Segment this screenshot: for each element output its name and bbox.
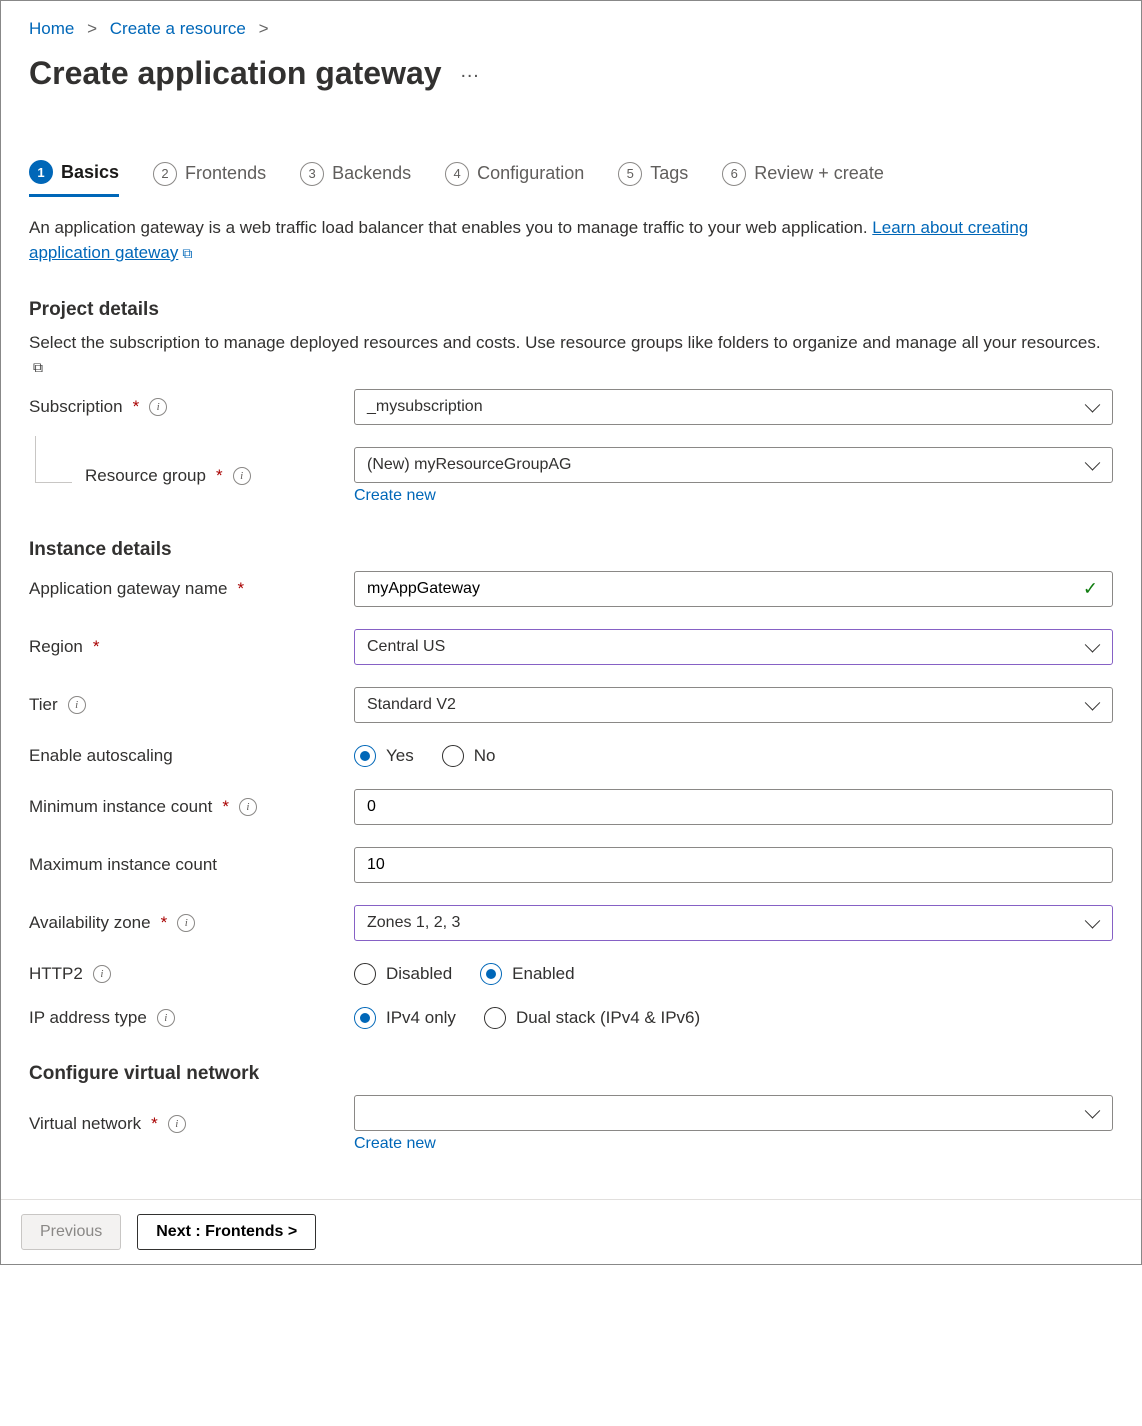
info-icon[interactable]: i — [168, 1115, 186, 1133]
wizard-tabs: 1 Basics 2 Frontends 3 Backends 4 Config… — [29, 154, 1113, 198]
section-project-details-heading: Project details — [29, 299, 1113, 321]
wizard-footer: Previous Next : Frontends > — [1, 1199, 1141, 1264]
autoscaling-no-radio[interactable]: No — [442, 745, 496, 767]
external-link-icon: ⧉ — [33, 358, 43, 378]
chevron-right-icon: > — [79, 19, 105, 38]
tab-backends[interactable]: 3 Backends — [300, 156, 411, 196]
more-actions-icon[interactable]: … — [460, 60, 482, 83]
tier-select[interactable]: Standard V2 — [354, 687, 1113, 723]
tab-label: Backends — [332, 163, 411, 184]
tab-frontends[interactable]: 2 Frontends — [153, 156, 266, 196]
label-min-instances: Minimum instance count* i — [29, 797, 354, 817]
section-project-details-description: Select the subscription to manage deploy… — [29, 331, 1113, 379]
tab-step-number: 4 — [445, 162, 469, 186]
label-virtual-network: Virtual network* i — [29, 1114, 354, 1134]
http2-enabled-radio[interactable]: Enabled — [480, 963, 574, 985]
ip-type-dual-radio[interactable]: Dual stack (IPv4 & IPv6) — [484, 1007, 700, 1029]
section-vnet-heading: Configure virtual network — [29, 1063, 1113, 1085]
tab-label: Configuration — [477, 163, 584, 184]
availability-zone-select[interactable]: Zones 1, 2, 3 — [354, 905, 1113, 941]
label-ip-address-type: IP address type i — [29, 1008, 354, 1028]
tab-step-number: 2 — [153, 162, 177, 186]
subscription-select[interactable]: _mysubscription — [354, 389, 1113, 425]
external-link-icon: ⧉ — [182, 243, 192, 263]
radio-icon — [442, 745, 464, 767]
info-icon[interactable]: i — [149, 398, 167, 416]
page-title: Create application gateway — [29, 55, 442, 92]
http2-disabled-radio[interactable]: Disabled — [354, 963, 452, 985]
info-icon[interactable]: i — [233, 467, 251, 485]
label-app-gateway-name: Application gateway name* — [29, 579, 354, 599]
label-availability-zone: Availability zone* i — [29, 913, 354, 933]
tab-label: Tags — [650, 163, 688, 184]
app-gateway-name-input[interactable] — [354, 571, 1113, 607]
tab-label: Frontends — [185, 163, 266, 184]
max-instances-input[interactable] — [354, 847, 1113, 883]
tab-step-number: 5 — [618, 162, 642, 186]
tab-label: Basics — [61, 162, 119, 183]
label-resource-group: Resource group* i — [29, 466, 354, 486]
intro-text: An application gateway is a web traffic … — [29, 216, 1113, 265]
section-instance-details-heading: Instance details — [29, 539, 1113, 561]
label-max-instances: Maximum instance count — [29, 855, 354, 875]
radio-icon — [484, 1007, 506, 1029]
info-icon[interactable]: i — [93, 965, 111, 983]
ip-type-ipv4-radio[interactable]: IPv4 only — [354, 1007, 456, 1029]
breadcrumb: Home > Create a resource > — [29, 17, 1113, 47]
tab-step-number: 1 — [29, 160, 53, 184]
info-icon[interactable]: i — [157, 1009, 175, 1027]
tab-step-number: 6 — [722, 162, 746, 186]
autoscaling-yes-radio[interactable]: Yes — [354, 745, 414, 767]
chevron-right-icon: > — [251, 19, 277, 38]
tab-tags[interactable]: 5 Tags — [618, 156, 688, 196]
previous-button: Previous — [21, 1214, 121, 1250]
label-subscription: Subscription* i — [29, 397, 354, 417]
tab-configuration[interactable]: 4 Configuration — [445, 156, 584, 196]
breadcrumb-create-resource[interactable]: Create a resource — [110, 19, 246, 38]
label-region: Region* — [29, 637, 354, 657]
radio-icon — [354, 745, 376, 767]
tab-step-number: 3 — [300, 162, 324, 186]
info-icon[interactable]: i — [177, 914, 195, 932]
create-new-vnet-link[interactable]: Create new — [354, 1135, 436, 1153]
info-icon[interactable]: i — [68, 696, 86, 714]
label-tier: Tier i — [29, 695, 354, 715]
min-instances-input[interactable] — [354, 789, 1113, 825]
info-icon[interactable]: i — [239, 798, 257, 816]
create-new-resource-group-link[interactable]: Create new — [354, 487, 436, 505]
radio-icon — [354, 1007, 376, 1029]
virtual-network-select[interactable] — [354, 1095, 1113, 1131]
radio-icon — [354, 963, 376, 985]
tab-basics[interactable]: 1 Basics — [29, 154, 119, 197]
tab-review-create[interactable]: 6 Review + create — [722, 156, 884, 196]
label-http2: HTTP2 i — [29, 964, 354, 984]
region-select[interactable]: Central US — [354, 629, 1113, 665]
breadcrumb-home[interactable]: Home — [29, 19, 74, 38]
resource-group-select[interactable]: (New) myResourceGroupAG — [354, 447, 1113, 483]
tab-label: Review + create — [754, 163, 884, 184]
next-button[interactable]: Next : Frontends > — [137, 1214, 316, 1250]
label-enable-autoscaling: Enable autoscaling — [29, 746, 354, 766]
radio-icon — [480, 963, 502, 985]
